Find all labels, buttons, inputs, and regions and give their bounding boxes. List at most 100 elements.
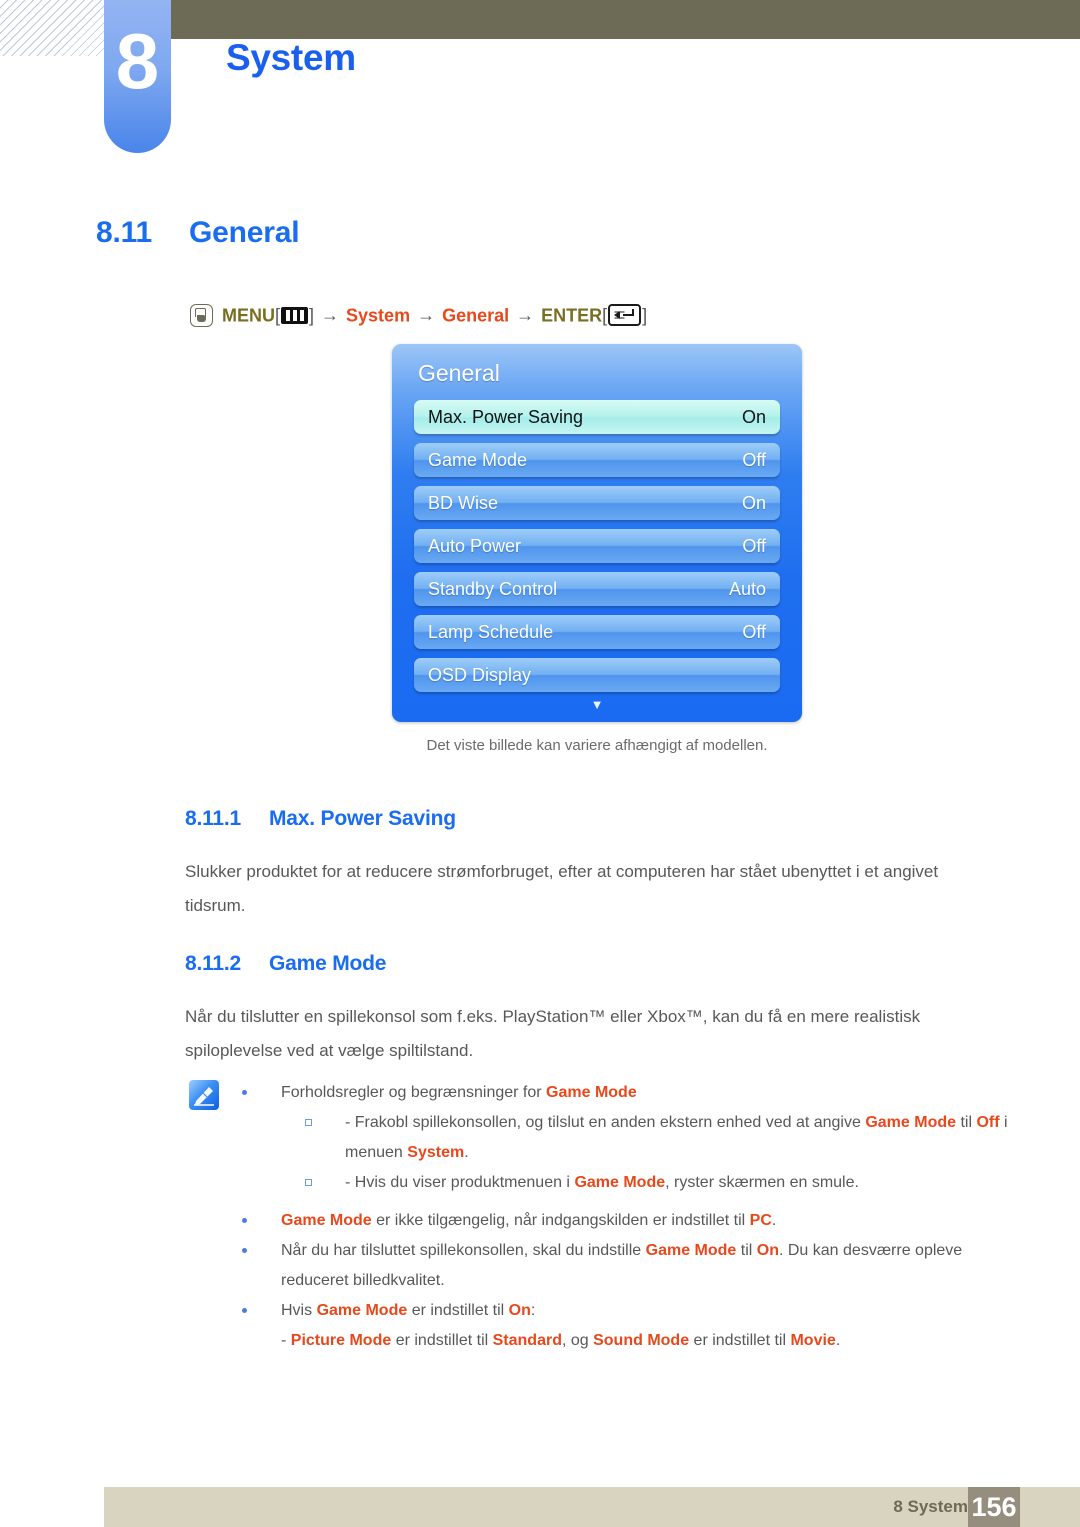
- osd-row-label: Standby Control: [428, 578, 558, 599]
- bullet-dot-icon: [242, 1090, 247, 1095]
- bullet-dot-icon: [242, 1248, 247, 1253]
- term-game-mode: Game Mode: [865, 1114, 957, 1131]
- osd-row-label: Game Mode: [428, 449, 528, 470]
- bullet4-text-3: :: [530, 1302, 536, 1319]
- term-system: System: [407, 1144, 465, 1161]
- term-sound-mode: Sound Mode: [593, 1332, 690, 1349]
- osd-row-label: BD Wise: [428, 492, 499, 513]
- chevron-down-icon[interactable]: ▼: [414, 698, 780, 711]
- subsection-title: Max. Power Saving: [269, 807, 456, 830]
- osd-row-game-mode[interactable]: Game Mode Off: [414, 443, 780, 477]
- note-bullet-list: Forholdsregler og begrænsninger for Game…: [185, 1078, 1015, 1356]
- note-bullet-3: Når du har tilsluttet spillekonsollen, s…: [185, 1236, 1015, 1296]
- subsection-heading-game-mode: 8.11.2 Game Mode: [185, 952, 386, 976]
- term-game-mode: Game Mode: [316, 1302, 408, 1319]
- paragraph-game-mode: Når du tilslutter en spillekonsol som f.…: [185, 1007, 921, 1060]
- term-game-mode: Game Mode: [281, 1212, 372, 1229]
- section-title: General: [189, 216, 300, 249]
- chapter-title: System: [226, 37, 356, 78]
- osd-title: General: [418, 360, 500, 386]
- osd-row-value: On: [741, 406, 766, 427]
- bracket-close-2: ]: [642, 305, 648, 326]
- footer-page-number: 156: [968, 1487, 1020, 1527]
- osd-caption: Det viste billede kan variere afhængigt …: [426, 737, 768, 754]
- term-on: On: [508, 1302, 531, 1319]
- sub-b-text-1: - Hvis du viser produktmenuen i: [345, 1174, 575, 1191]
- term-pc: PC: [749, 1212, 772, 1229]
- breadcrumb-menu-label: MENU: [222, 305, 275, 326]
- osd-row-label: Lamp Schedule: [428, 621, 554, 642]
- paragraph-max-power-saving: Slukker produktet for at reducere strømf…: [185, 862, 939, 915]
- bullet4-text-1: Hvis: [281, 1302, 317, 1319]
- menu-bars-icon: [281, 306, 309, 324]
- osd-row-label: OSD Display: [428, 664, 532, 685]
- bullet-dot-icon: [242, 1218, 247, 1223]
- sub-a-text-2: til: [956, 1114, 977, 1131]
- breadcrumb-arrow-1: →: [321, 305, 340, 326]
- osd-row-value: Off: [742, 535, 766, 556]
- b4sub-text-3: , og: [561, 1332, 594, 1349]
- breadcrumb-arrow-3: →: [516, 305, 535, 326]
- osd-row-bd-wise[interactable]: BD Wise On: [414, 486, 780, 520]
- footer-chapter-label: 8 System: [893, 1497, 968, 1516]
- menu-path-breadcrumb: MENU[] → System → General → ENTER[]: [190, 302, 647, 327]
- osd-row-standby-control[interactable]: Standby Control Auto: [414, 572, 780, 606]
- breadcrumb-item-system: System: [346, 305, 411, 326]
- osd-row-auto-power[interactable]: Auto Power Off: [414, 529, 780, 563]
- term-game-mode: Game Mode: [645, 1242, 737, 1259]
- bullet2-text-1: er ikke tilgængelig, når indgangskilden …: [371, 1212, 750, 1229]
- breadcrumb-arrow-2: →: [417, 305, 436, 326]
- bullet4-text-2: er indstillet til: [407, 1302, 509, 1319]
- subsection-number: 8.11.1: [185, 807, 242, 830]
- bullet3-text-1: Når du har tilsluttet spillekonsollen, s…: [281, 1242, 646, 1259]
- b4sub-text-5: .: [835, 1332, 841, 1349]
- corner-hatch-decoration: [0, 0, 104, 56]
- b4sub-text-2: er indstillet til: [391, 1332, 493, 1349]
- term-off: Off: [976, 1114, 1000, 1131]
- osd-row-value: Off: [742, 621, 766, 642]
- term-game-mode: Game Mode: [546, 1084, 637, 1101]
- header-bar: [170, 0, 1080, 39]
- note-sub-bullet-a: - Frakobl spillekonsollen, og tilslut en…: [185, 1108, 1015, 1168]
- b4sub-text-1: -: [281, 1332, 291, 1349]
- bullet-text-pre: Forholdsregler og begrænsninger for: [281, 1084, 547, 1101]
- chapter-number-tab: 8: [104, 0, 171, 153]
- term-picture-mode: Picture Mode: [290, 1332, 392, 1349]
- osd-row-osd-display[interactable]: OSD Display: [414, 658, 780, 692]
- term-game-mode: Game Mode: [574, 1174, 666, 1191]
- note-bullet-2: Game Mode er ikke tilgængelig, når indga…: [185, 1206, 1015, 1236]
- b4sub-text-4: er indstillet til: [689, 1332, 791, 1349]
- osd-row-label: Auto Power: [428, 535, 522, 556]
- bracket-open-2: [: [602, 305, 608, 326]
- bullet-dot-icon: [242, 1308, 247, 1313]
- subsection-title: Game Mode: [269, 952, 387, 975]
- bullet-square-icon: [305, 1119, 312, 1126]
- note-sub-bullet-b: - Hvis du viser produktmenuen i Game Mod…: [185, 1168, 1015, 1198]
- sub-b-text-2: , ryster skærmen en smule.: [665, 1174, 859, 1191]
- osd-row-value: On: [741, 492, 766, 513]
- sub-a-text-1: - Frakobl spillekonsollen, og tilslut en…: [345, 1114, 866, 1131]
- term-movie: Movie: [790, 1332, 836, 1349]
- breadcrumb-enter-label: ENTER: [541, 305, 603, 326]
- note-bullet-4: Hvis Game Mode er indstillet til On:: [185, 1296, 1015, 1326]
- osd-row-label: Max. Power Saving: [428, 406, 584, 427]
- term-standard: Standard: [492, 1332, 562, 1349]
- section-number: 8.11: [96, 216, 152, 249]
- osd-row-lamp-schedule[interactable]: Lamp Schedule Off: [414, 615, 780, 649]
- bullet-square-icon: [305, 1179, 312, 1186]
- bullet2-text-2: .: [771, 1212, 777, 1229]
- hand-press-icon: [190, 303, 213, 327]
- section-heading: 8.11 General: [96, 216, 300, 250]
- osd-menu-panel: General Max. Power Saving On Game Mode O…: [392, 344, 802, 722]
- subsection-heading-max-power-saving: 8.11.1 Max. Power Saving: [185, 807, 456, 831]
- osd-row-value: Auto: [728, 578, 766, 599]
- breadcrumb-item-general: General: [442, 305, 510, 326]
- bracket-open: [: [275, 305, 281, 326]
- term-on: On: [756, 1242, 779, 1259]
- sub-a-text-4: .: [464, 1144, 469, 1161]
- subsection-number: 8.11.2: [185, 952, 242, 975]
- enter-return-icon: [608, 304, 642, 327]
- note-bullet-4-sub: - Picture Mode er indstillet til Standar…: [185, 1326, 1015, 1356]
- note-bullet-1: Forholdsregler og begrænsninger for Game…: [185, 1078, 1015, 1108]
- osd-row-max-power-saving[interactable]: Max. Power Saving On: [414, 400, 780, 434]
